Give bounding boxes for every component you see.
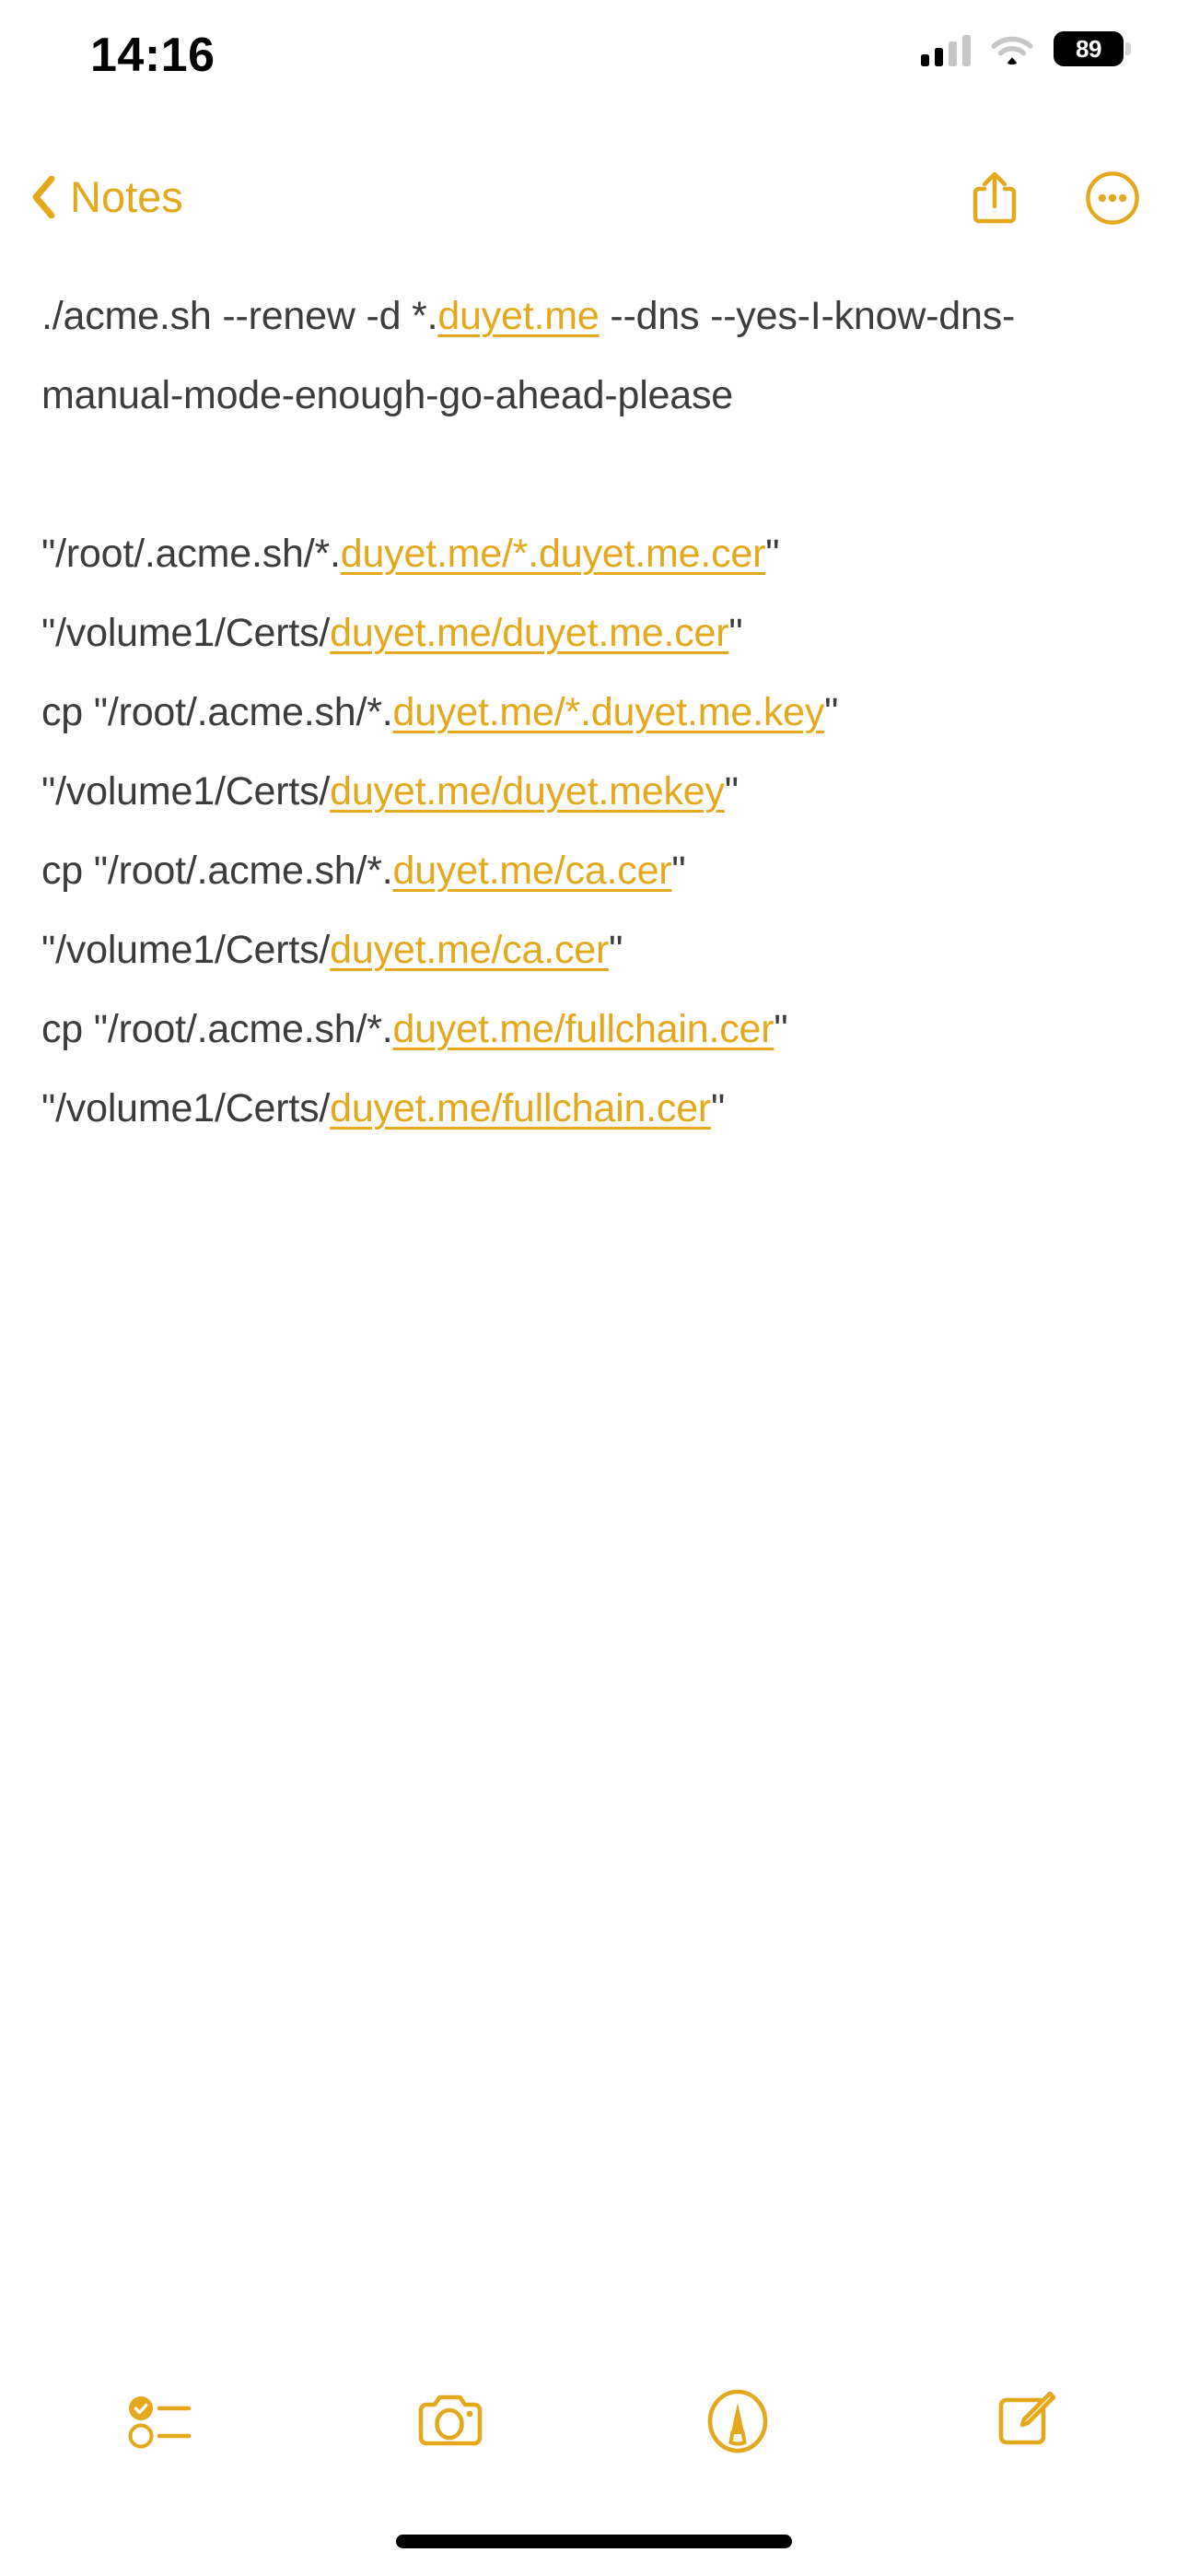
share-icon[interactable] (967, 170, 1022, 227)
note-link[interactable]: duyet.me/duyet.mekey (330, 769, 725, 814)
status-bar: 14:16 89 (0, 0, 1188, 115)
back-button-label: Notes (70, 172, 183, 221)
navigation-bar: Notes (0, 164, 1188, 265)
note-link[interactable]: duyet.me/*.duyet.me.cer (341, 532, 766, 576)
note-link[interactable]: duyet.me/fullchain.cer (330, 1086, 711, 1130)
cellular-signal-icon (921, 31, 971, 66)
note-text: cp "/root/.acme.sh/*. (41, 849, 393, 893)
markup-button[interactable] (687, 2375, 788, 2467)
note-paragraph-command-cp-cer: "/root/.acme.sh/*.duyet.me/*.duyet.me.ce… (41, 514, 1147, 673)
note-link[interactable]: duyet.me (437, 294, 599, 338)
note-link[interactable]: duyet.me/ca.cer (330, 928, 609, 972)
note-link[interactable]: duyet.me/ca.cer (393, 849, 672, 893)
note-text: ./acme.sh --renew -d *. (41, 294, 438, 338)
note-text: "/root/.acme.sh/*. (41, 532, 341, 576)
note-text: " (728, 611, 743, 655)
note-paragraph-blank-line (41, 435, 1147, 514)
battery-tip (1125, 42, 1131, 55)
checklist-icon (128, 2396, 192, 2449)
bottom-toolbar (0, 2366, 1188, 2476)
compose-icon (998, 2391, 1056, 2445)
status-bar-clock: 14:16 (90, 29, 215, 82)
markup-pen-icon (707, 2389, 768, 2453)
chevron-left-icon (32, 175, 55, 218)
status-bar-indicators: 89 (921, 31, 1131, 66)
note-content[interactable]: ./acme.sh --renew -d *.duyet.me --dns --… (0, 276, 1188, 1148)
navigation-actions (967, 170, 1140, 227)
battery-icon: 89 (1054, 31, 1131, 66)
wifi-icon (991, 36, 1033, 64)
camera-button[interactable] (400, 2375, 501, 2467)
checklist-button[interactable] (111, 2375, 213, 2467)
note-text-area[interactable]: ./acme.sh --renew -d *.duyet.me --dns --… (41, 276, 1147, 1148)
note-text: " (609, 928, 623, 972)
back-button[interactable]: Notes (31, 171, 183, 222)
compose-button[interactable] (975, 2375, 1077, 2467)
note-text: cp "/root/.acme.sh/*. (41, 690, 393, 734)
note-paragraph-command-cp-ca: cp "/root/.acme.sh/*.duyet.me/ca.cer" "/… (41, 831, 1147, 989)
note-link[interactable]: duyet.me/*.duyet.me.key (393, 690, 825, 734)
note-text: cp "/root/.acme.sh/*. (41, 1007, 393, 1051)
home-indicator (396, 2535, 792, 2548)
note-text: " (711, 1086, 726, 1130)
note-text: " (724, 769, 739, 814)
note-link[interactable]: duyet.me/duyet.me.cer (330, 611, 728, 655)
note-link[interactable]: duyet.me/fullchain.cer (393, 1007, 775, 1051)
note-paragraph-command-cp-fullchain: cp "/root/.acme.sh/*.duyet.me/fullchain.… (41, 989, 1147, 1148)
camera-icon (418, 2395, 483, 2446)
battery-level-label: 89 (1076, 34, 1101, 63)
note-paragraph-command-renew: ./acme.sh --renew -d *.duyet.me --dns --… (41, 276, 1147, 435)
more-options-icon[interactable] (1085, 170, 1140, 227)
note-paragraph-command-cp-key: cp "/root/.acme.sh/*.duyet.me/*.duyet.me… (41, 673, 1147, 831)
